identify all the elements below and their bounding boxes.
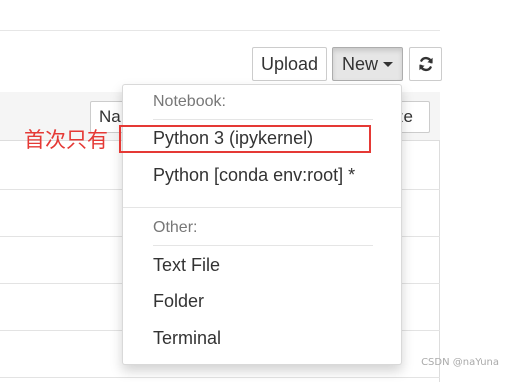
menu-header-notebook: Notebook: [153,93,226,110]
refresh-icon [418,56,433,72]
refresh-button[interactable] [409,47,442,81]
header-divider [0,30,440,31]
new-button-label: New [341,53,378,74]
menu-item-folder[interactable]: Folder [153,291,204,312]
caret-down-icon [383,61,393,67]
new-dropdown-button[interactable]: New [332,47,403,81]
highlight-box [119,125,371,153]
menu-divider [123,207,401,208]
menu-header-underline [153,119,373,120]
watermark: CSDN @naYuna [421,357,499,368]
menu-item-python-conda-root[interactable]: Python [conda env:root] * [153,165,355,186]
menu-header-other: Other: [153,219,198,236]
menu-item-terminal[interactable]: Terminal [153,328,221,349]
menu-item-text-file[interactable]: Text File [153,255,220,276]
annotation-text: 首次只有 [24,128,108,152]
menu-header-underline [153,245,373,246]
upload-button[interactable]: Upload [252,47,327,81]
table-row[interactable] [0,377,440,378]
